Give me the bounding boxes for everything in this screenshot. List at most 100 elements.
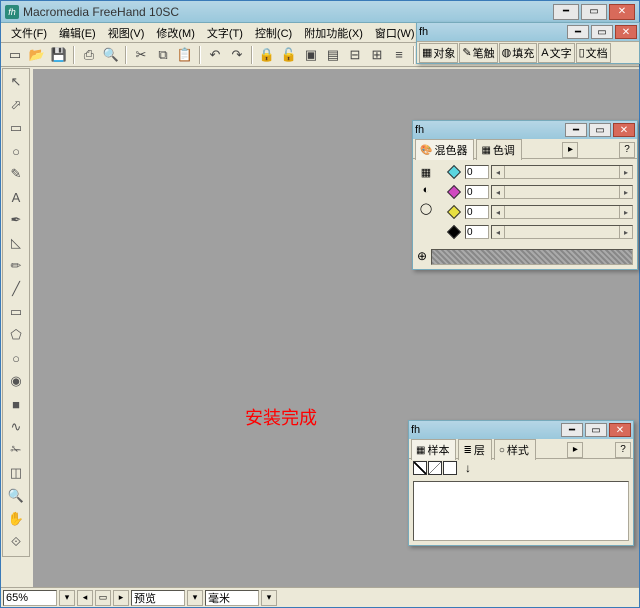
panel-maximize[interactable]: ▭: [591, 25, 613, 39]
menu-modify[interactable]: 修改(M): [150, 23, 201, 43]
lasso-tool[interactable]: ○: [5, 140, 27, 162]
close-button[interactable]: ✕: [609, 4, 635, 20]
slider-right-arrow[interactable]: ▸: [620, 206, 632, 218]
add-to-swatches-icon[interactable]: ⊕: [417, 249, 427, 263]
cmyk-k-icon[interactable]: [417, 217, 435, 235]
print-icon[interactable]: ⎙: [79, 45, 99, 65]
panel-options-button[interactable]: ▸: [567, 442, 583, 458]
slider-left-arrow[interactable]: ◂: [492, 186, 504, 198]
group-icon[interactable]: ▣: [301, 45, 321, 65]
panel-close[interactable]: ✕: [615, 25, 637, 39]
object-btn[interactable]: ▦对象: [419, 43, 458, 63]
text-btn[interactable]: A文字: [538, 43, 574, 63]
redo-icon[interactable]: ↷: [227, 45, 247, 65]
panel-minimize[interactable]: ━: [561, 423, 583, 437]
panel-close[interactable]: ✕: [613, 123, 635, 137]
page-tool[interactable]: ▭: [5, 117, 27, 139]
swatches-panel-titlebar[interactable]: fh ━ ▭ ✕: [409, 421, 633, 439]
cmyk-y-icon[interactable]: ◯: [417, 199, 435, 217]
units-dropdown[interactable]: ▾: [261, 590, 277, 606]
channel-slider[interactable]: ◂▸: [491, 185, 633, 199]
align-icon[interactable]: ≡: [389, 45, 409, 65]
maximize-button[interactable]: ▭: [581, 4, 607, 20]
stroke-btn[interactable]: ✎笔触: [459, 43, 497, 63]
undo-icon[interactable]: ↶: [205, 45, 225, 65]
trace-tool[interactable]: ⟐: [5, 531, 27, 553]
subselect-tool[interactable]: ⬀: [5, 94, 27, 116]
split-icon[interactable]: ⊞: [367, 45, 387, 65]
channel-value-input[interactable]: [465, 165, 489, 179]
zoom-dropdown[interactable]: ▾: [59, 590, 75, 606]
document-btn[interactable]: ▯文档: [576, 43, 611, 63]
channel-value-input[interactable]: [465, 205, 489, 219]
view-mode-dropdown[interactable]: ▾: [187, 590, 203, 606]
line-tool[interactable]: ╱: [5, 278, 27, 300]
channel-value-input[interactable]: [465, 185, 489, 199]
perspective-tool[interactable]: ◫: [5, 462, 27, 484]
slider-left-arrow[interactable]: ◂: [492, 206, 504, 218]
panel-minimize[interactable]: ━: [567, 25, 589, 39]
hand-tool[interactable]: ✋: [5, 508, 27, 530]
object-panel-titlebar[interactable]: fh ━ ▭ ✕: [417, 23, 639, 41]
slider-right-arrow[interactable]: ▸: [620, 226, 632, 238]
mixer-tab[interactable]: 🎨 混色器: [415, 139, 474, 160]
bezigon-tool[interactable]: ◺: [5, 232, 27, 254]
rectangle-tool[interactable]: ▭: [5, 301, 27, 323]
knife-tool[interactable]: ✁: [5, 439, 27, 461]
page-prev[interactable]: ◂: [77, 590, 93, 606]
mixer-panel[interactable]: fh ━ ▭ ✕ 🎨 混色器 ▦ 色调 ▸ ? ▦◐◯ ◂▸◂▸◂▸◂▸ ⊕: [412, 120, 638, 270]
cmyk-m-icon[interactable]: ◐: [417, 181, 435, 199]
stroke-swatch[interactable]: [428, 461, 442, 475]
fill-btn[interactable]: ◍填充: [499, 43, 538, 63]
styles-tab[interactable]: ○ 样式: [494, 439, 536, 460]
fill-swatch[interactable]: [443, 461, 457, 475]
main-titlebar[interactable]: fh Macromedia FreeHand 10SC ━ ▭ ✕: [1, 1, 639, 23]
tint-tab[interactable]: ▦ 色调: [476, 139, 521, 160]
page-selector[interactable]: ▭: [95, 590, 111, 606]
cmyk-c-icon[interactable]: ▦: [417, 163, 435, 181]
find-icon[interactable]: 🔍: [101, 45, 121, 65]
lock-icon[interactable]: 🔒: [257, 45, 277, 65]
menu-xtras[interactable]: 附加功能(X): [298, 23, 369, 43]
zoom-field[interactable]: 65%: [3, 590, 57, 606]
view-mode-field[interactable]: 预览: [131, 590, 185, 606]
channel-slider[interactable]: ◂▸: [491, 165, 633, 179]
page-next[interactable]: ▸: [113, 590, 129, 606]
mixer-panel-titlebar[interactable]: fh ━ ▭ ✕: [413, 121, 637, 139]
open-file-icon[interactable]: 📂: [27, 45, 47, 65]
pen-tool[interactable]: ✒: [5, 209, 27, 231]
object-panel[interactable]: fh ━ ▭ ✕ ▦对象✎笔触◍填充A文字▯文档: [416, 22, 640, 64]
swatch-dropdown[interactable]: ↓: [465, 461, 471, 475]
pencil-tool[interactable]: ✏: [5, 255, 27, 277]
channel-value-input[interactable]: [465, 225, 489, 239]
menu-text[interactable]: 文字(T): [201, 23, 249, 43]
channel-slider[interactable]: ◂▸: [491, 205, 633, 219]
panel-maximize[interactable]: ▭: [585, 423, 607, 437]
pointer-tool[interactable]: ↖: [5, 71, 27, 93]
copy-icon[interactable]: ⧉: [153, 45, 173, 65]
slider-right-arrow[interactable]: ▸: [620, 166, 632, 178]
fill-stroke-swatch[interactable]: [413, 461, 427, 475]
panel-maximize[interactable]: ▭: [589, 123, 611, 137]
menu-view[interactable]: 视图(V): [102, 23, 151, 43]
panel-minimize[interactable]: ━: [565, 123, 587, 137]
slider-left-arrow[interactable]: ◂: [492, 226, 504, 238]
unlock-icon[interactable]: 🔓: [279, 45, 299, 65]
ellipse-tool[interactable]: ○: [5, 347, 27, 369]
menu-window[interactable]: 窗口(W): [369, 23, 421, 43]
layers-tab[interactable]: ≣ 层: [458, 439, 491, 460]
new-file-icon[interactable]: ▭: [5, 45, 25, 65]
zoom-tool[interactable]: 🔍: [5, 485, 27, 507]
save-icon[interactable]: 💾: [49, 45, 69, 65]
eyedropper-tool[interactable]: ✎: [5, 163, 27, 185]
fill-tool[interactable]: ■: [5, 393, 27, 415]
panel-close[interactable]: ✕: [609, 423, 631, 437]
ungroup-icon[interactable]: ▤: [323, 45, 343, 65]
swatch-list[interactable]: [413, 481, 629, 541]
panel-options-button[interactable]: ▸: [562, 142, 578, 158]
spiral-tool[interactable]: ◉: [5, 370, 27, 392]
swatches-panel[interactable]: fh ━ ▭ ✕ ▦ 样本 ≣ 层 ○ 样式 ▸ ? ↓: [408, 420, 634, 546]
units-field[interactable]: 毫米: [205, 590, 259, 606]
slider-left-arrow[interactable]: ◂: [492, 166, 504, 178]
polygon-tool[interactable]: ⬠: [5, 324, 27, 346]
